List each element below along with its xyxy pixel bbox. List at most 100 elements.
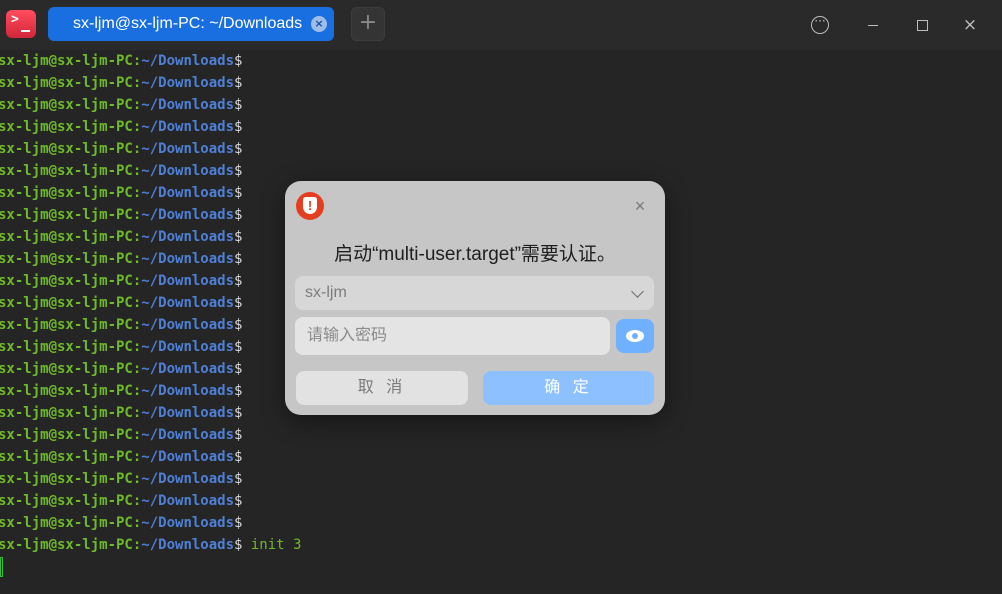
terminal-line: sx-ljm@sx-ljm-PC:~/Downloads$ — [0, 182, 242, 204]
user-select-value: sx-ljm — [305, 284, 347, 301]
prompt-symbol: $ — [234, 75, 243, 91]
close-window-button[interactable]: × — [955, 10, 985, 40]
prompt-symbol: $ — [234, 515, 243, 531]
terminal-line: sx-ljm@sx-ljm-PC:~/Downloads$ — [0, 50, 242, 72]
terminal-icon[interactable]: > — [6, 10, 36, 38]
terminal-line: sx-ljm@sx-ljm-PC:~/Downloads$ — [0, 512, 242, 534]
prompt-path: ~/Downloads — [141, 185, 235, 201]
prompt-path: ~/Downloads — [141, 229, 235, 245]
prompt-symbol: $ — [234, 141, 243, 157]
prompt-path: ~/Downloads — [141, 119, 235, 135]
prompt-user: sx-ljm@sx-ljm-PC — [0, 449, 133, 465]
terminal-icon-glyph: > — [11, 12, 19, 27]
menu-button[interactable]: ··· — [805, 10, 835, 40]
prompt-path: ~/Downloads — [141, 471, 235, 487]
terminal-line: sx-ljm@sx-ljm-PC:~/Downloads$ — [0, 380, 242, 402]
prompt-path: ~/Downloads — [141, 53, 235, 69]
terminal-line: sx-ljm@sx-ljm-PC:~/Downloads$ init 3 — [0, 534, 301, 556]
new-tab-button[interactable]: + — [351, 7, 385, 41]
prompt-path: ~/Downloads — [141, 361, 235, 377]
prompt-user: sx-ljm@sx-ljm-PC — [0, 405, 133, 421]
prompt-user: sx-ljm@sx-ljm-PC — [0, 207, 133, 223]
prompt-symbol: $ — [234, 251, 243, 267]
prompt-user: sx-ljm@sx-ljm-PC — [0, 537, 133, 553]
prompt-path: ~/Downloads — [141, 163, 235, 179]
prompt-symbol: $ — [234, 229, 243, 245]
terminal-line: sx-ljm@sx-ljm-PC:~/Downloads$ — [0, 490, 242, 512]
minimize-button[interactable] — [858, 10, 888, 40]
prompt-user: sx-ljm@sx-ljm-PC — [0, 361, 133, 377]
terminal-line: sx-ljm@sx-ljm-PC:~/Downloads$ — [0, 270, 242, 292]
prompt-symbol: $ — [234, 97, 243, 113]
prompt-path: ~/Downloads — [141, 317, 235, 333]
terminal-line: sx-ljm@sx-ljm-PC:~/Downloads$ — [0, 94, 242, 116]
prompt-user: sx-ljm@sx-ljm-PC — [0, 383, 133, 399]
terminal-line: sx-ljm@sx-ljm-PC:~/Downloads$ — [0, 138, 242, 160]
password-input[interactable] — [295, 317, 610, 355]
terminal-command: init 3 — [242, 537, 302, 553]
terminal-window: > sx-ljm@sx-ljm-PC: ~/Downloads × + ··· … — [0, 0, 1002, 594]
more-icon: ··· — [814, 14, 826, 28]
prompt-path: ~/Downloads — [141, 383, 235, 399]
prompt-symbol: $ — [234, 317, 243, 333]
prompt-path: ~/Downloads — [141, 75, 235, 91]
prompt-symbol: $ — [234, 361, 243, 377]
prompt-user: sx-ljm@sx-ljm-PC — [0, 317, 133, 333]
chevron-down-icon — [631, 285, 644, 298]
terminal-line: sx-ljm@sx-ljm-PC:~/Downloads$ — [0, 72, 242, 94]
maximize-icon — [917, 20, 928, 31]
prompt-path: ~/Downloads — [141, 449, 235, 465]
prompt-user: sx-ljm@sx-ljm-PC — [0, 251, 133, 267]
prompt-symbol: $ — [234, 493, 243, 509]
prompt-symbol: $ — [234, 207, 243, 223]
authentication-dialog: ! × 启动“multi-user.target”需要认证。 sx-ljm 取 … — [285, 181, 665, 415]
terminal-line: sx-ljm@sx-ljm-PC:~/Downloads$ — [0, 446, 242, 468]
terminal-line: sx-ljm@sx-ljm-PC:~/Downloads$ — [0, 116, 242, 138]
terminal-cursor — [0, 557, 3, 577]
minimize-icon — [868, 25, 878, 26]
show-password-button[interactable] — [616, 319, 654, 353]
prompt-path: ~/Downloads — [141, 493, 235, 509]
prompt-symbol: $ — [234, 273, 243, 289]
prompt-path: ~/Downloads — [141, 251, 235, 267]
prompt-user: sx-ljm@sx-ljm-PC — [0, 53, 133, 69]
prompt-path: ~/Downloads — [141, 405, 235, 421]
prompt-user: sx-ljm@sx-ljm-PC — [0, 273, 133, 289]
prompt-user: sx-ljm@sx-ljm-PC — [0, 119, 133, 135]
security-shield-icon: ! — [296, 192, 324, 220]
prompt-path: ~/Downloads — [141, 537, 235, 553]
prompt-symbol: $ — [234, 295, 243, 311]
terminal-line: sx-ljm@sx-ljm-PC:~/Downloads$ — [0, 468, 242, 490]
title-bar: > sx-ljm@sx-ljm-PC: ~/Downloads × + ··· … — [0, 0, 1002, 50]
prompt-symbol: $ — [234, 471, 243, 487]
tab-active[interactable]: sx-ljm@sx-ljm-PC: ~/Downloads × — [48, 7, 334, 41]
prompt-user: sx-ljm@sx-ljm-PC — [0, 141, 133, 157]
prompt-user: sx-ljm@sx-ljm-PC — [0, 163, 133, 179]
terminal-line: sx-ljm@sx-ljm-PC:~/Downloads$ — [0, 402, 242, 424]
terminal-line: sx-ljm@sx-ljm-PC:~/Downloads$ — [0, 292, 242, 314]
tab-close-icon[interactable]: × — [311, 16, 327, 32]
terminal-line: sx-ljm@sx-ljm-PC:~/Downloads$ — [0, 248, 242, 270]
prompt-symbol: $ — [234, 383, 243, 399]
cancel-button[interactable]: 取 消 — [296, 371, 468, 405]
dialog-close-button[interactable]: × — [629, 195, 651, 217]
prompt-user: sx-ljm@sx-ljm-PC — [0, 75, 133, 91]
prompt-path: ~/Downloads — [141, 97, 235, 113]
terminal-line: sx-ljm@sx-ljm-PC:~/Downloads$ — [0, 336, 242, 358]
terminal-line: sx-ljm@sx-ljm-PC:~/Downloads$ — [0, 424, 242, 446]
maximize-button[interactable] — [907, 10, 937, 40]
prompt-user: sx-ljm@sx-ljm-PC — [0, 493, 133, 509]
eye-pupil — [632, 333, 638, 339]
terminal-line: sx-ljm@sx-ljm-PC:~/Downloads$ — [0, 226, 242, 248]
prompt-path: ~/Downloads — [141, 273, 235, 289]
user-select[interactable]: sx-ljm — [295, 276, 654, 310]
prompt-path: ~/Downloads — [141, 295, 235, 311]
prompt-user: sx-ljm@sx-ljm-PC — [0, 229, 133, 245]
prompt-symbol: $ — [234, 119, 243, 135]
prompt-user: sx-ljm@sx-ljm-PC — [0, 97, 133, 113]
prompt-symbol: $ — [234, 53, 243, 69]
prompt-user: sx-ljm@sx-ljm-PC — [0, 339, 133, 355]
prompt-symbol: $ — [234, 185, 243, 201]
confirm-button[interactable]: 确 定 — [483, 371, 654, 405]
prompt-user: sx-ljm@sx-ljm-PC — [0, 471, 133, 487]
